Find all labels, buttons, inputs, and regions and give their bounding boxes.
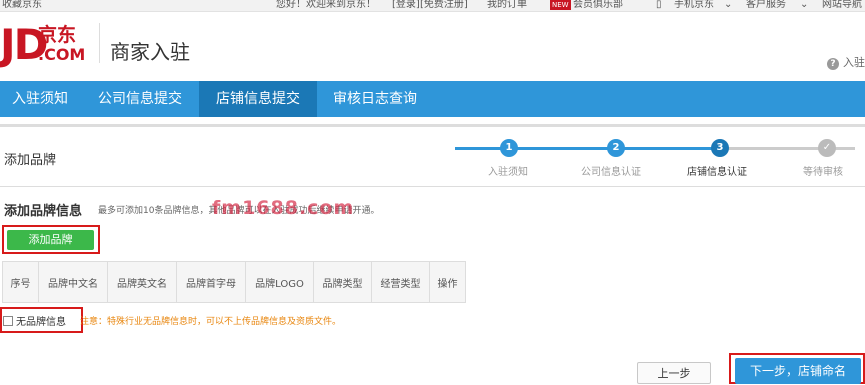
new-badge: NEW bbox=[550, 0, 571, 10]
col-cn-name: 品牌中文名 bbox=[38, 261, 108, 303]
welcome-text: 您好！欢迎来到京东！ bbox=[276, 0, 376, 10]
tab-company-info[interactable]: 公司信息提交 bbox=[84, 81, 196, 117]
step-3-circle: 3 bbox=[711, 139, 729, 157]
table-header-row: 序号 品牌中文名 品牌英文名 品牌首字母 品牌LOGO 品牌类型 经营类型 操作 bbox=[2, 261, 466, 303]
phone-icon: ▯ bbox=[656, 0, 662, 10]
chevron-down-icon: ⌄ bbox=[724, 0, 733, 10]
checkbox-box[interactable] bbox=[3, 316, 13, 326]
prev-step-button[interactable]: 上一步 bbox=[637, 362, 711, 384]
col-index: 序号 bbox=[2, 261, 39, 303]
register-link[interactable]: [免费注册] bbox=[420, 0, 468, 10]
step-1-circle: 1 bbox=[500, 139, 518, 157]
step-4-label: 等待审核 bbox=[803, 167, 843, 178]
col-brand-type: 品牌类型 bbox=[313, 261, 372, 303]
step-3-label: 店铺信息认证 bbox=[687, 167, 747, 178]
no-brand-checkbox[interactable]: 无品牌信息 bbox=[3, 313, 66, 328]
brand-info-title: 添加品牌信息 bbox=[4, 204, 83, 219]
step-4-check-icon: ✓ bbox=[818, 139, 836, 157]
add-brand-button[interactable]: 添加品牌 bbox=[7, 230, 94, 250]
progress-line-done bbox=[455, 147, 725, 150]
logo-com-text: .COM bbox=[38, 45, 86, 64]
site-nav-link[interactable]: 网站导航 bbox=[822, 0, 862, 10]
top-bar: 收藏京东 您好！欢迎来到京东！ [登录] [免费注册] 我的订单 NEW 会员俱… bbox=[0, 0, 865, 12]
no-brand-label: 无品牌信息 bbox=[16, 317, 66, 328]
tab-notice[interactable]: 入驻须知 bbox=[0, 81, 80, 117]
mobile-jd-link[interactable]: 手机京东 bbox=[674, 0, 714, 10]
help-link[interactable]: ? 入驻 bbox=[827, 54, 865, 70]
logo-cn-text: 京东 bbox=[38, 24, 77, 46]
logo-divider bbox=[99, 23, 100, 63]
page-title: 商家入驻 bbox=[110, 40, 190, 64]
section-header: 添加品牌 1 2 3 ✓ 入驻须知 公司信息认证 店铺信息认证 等待审核 bbox=[0, 127, 865, 187]
main-nav: 入驻须知 公司信息提交 店铺信息提交 审核日志查询 bbox=[0, 81, 865, 117]
customer-service-link[interactable]: 客户服务 bbox=[746, 0, 786, 10]
bookmark-link[interactable]: 收藏京东 bbox=[2, 0, 42, 10]
chevron-down-icon: ⌄ bbox=[800, 0, 809, 10]
login-link[interactable]: [登录] bbox=[392, 0, 420, 10]
col-actions: 操作 bbox=[429, 261, 466, 303]
col-business-type: 经营类型 bbox=[371, 261, 430, 303]
my-orders-link[interactable]: 我的订单 bbox=[487, 0, 527, 10]
col-en-name: 品牌英文名 bbox=[107, 261, 177, 303]
no-brand-warning: 注意：特殊行业无品牌信息时，可以不上传品牌信息及资质文件。 bbox=[80, 317, 342, 327]
step-2-label: 公司信息认证 bbox=[581, 167, 641, 178]
vip-club-link[interactable]: 会员俱乐部 bbox=[573, 0, 623, 10]
help-icon: ? bbox=[827, 58, 839, 70]
tab-audit-log[interactable]: 审核日志查询 bbox=[318, 81, 432, 117]
tab-shop-info[interactable]: 店铺信息提交 bbox=[199, 81, 317, 117]
step-2-circle: 2 bbox=[607, 139, 625, 157]
watermark: fm1688.com bbox=[212, 197, 355, 219]
col-initial: 品牌首字母 bbox=[176, 261, 246, 303]
step-1-label: 入驻须知 bbox=[488, 167, 528, 178]
col-logo: 品牌LOGO bbox=[245, 261, 314, 303]
next-step-button[interactable]: 下一步，店铺命名 bbox=[735, 358, 861, 384]
help-label: 入驻 bbox=[843, 56, 865, 69]
section-title: 添加品牌 bbox=[4, 153, 57, 168]
brand-table: 序号 品牌中文名 品牌英文名 品牌首字母 品牌LOGO 品牌类型 经营类型 操作 bbox=[2, 261, 466, 303]
